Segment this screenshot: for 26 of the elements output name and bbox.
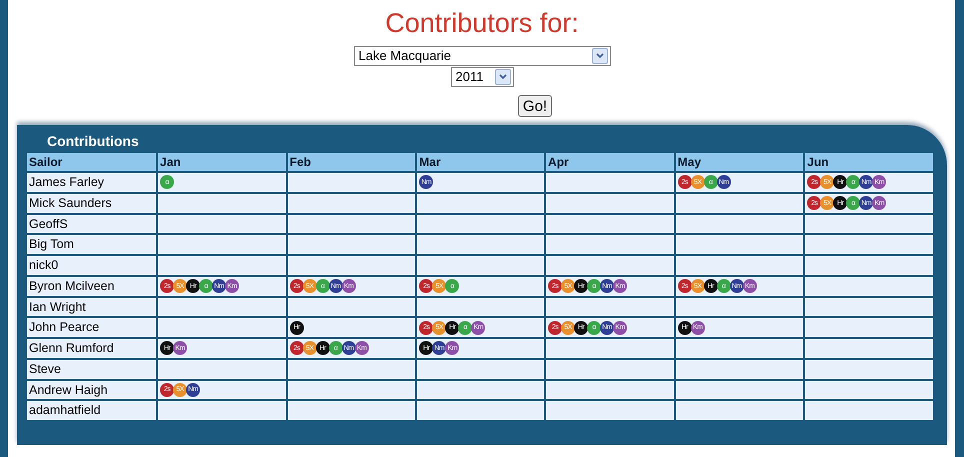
sailor-name: Mick Saunders	[26, 192, 158, 214]
sailor-name: Big Tom	[26, 234, 158, 255]
column-header: Sailor	[26, 152, 158, 172]
column-header: Feb	[286, 152, 416, 172]
panel-title: Contributions	[46, 132, 140, 151]
sailor-name: Byron Mcilveen	[26, 276, 158, 296]
column-header: Apr	[545, 152, 675, 172]
column-header: Jun	[804, 152, 934, 172]
column-header: May	[674, 152, 804, 172]
sailor-name: Ian Wright	[26, 296, 158, 318]
sailor-name: James Farley	[26, 172, 158, 193]
sailor-name: John Pearce	[26, 317, 158, 338]
column-header: Jan	[157, 152, 287, 172]
column-header: Mar	[416, 152, 546, 172]
sailor-name: adamhatfield	[26, 400, 158, 421]
go-button[interactable]: Go!	[518, 95, 552, 117]
sailor-name: GeoffS	[26, 214, 158, 234]
sailor-name: Andrew Haigh	[26, 380, 158, 400]
sailor-name: Glenn Rumford	[26, 338, 158, 359]
sailor-name: Steve	[26, 358, 158, 380]
location-select[interactable]: Lake Macquarie	[354, 46, 610, 66]
page-title: Contributors for:	[385, 7, 579, 40]
dropdown-caret-icon	[494, 69, 510, 85]
sailor-name: nick0	[26, 255, 158, 276]
dropdown-caret-icon	[592, 48, 608, 64]
year-select[interactable]: 2011	[450, 67, 514, 87]
